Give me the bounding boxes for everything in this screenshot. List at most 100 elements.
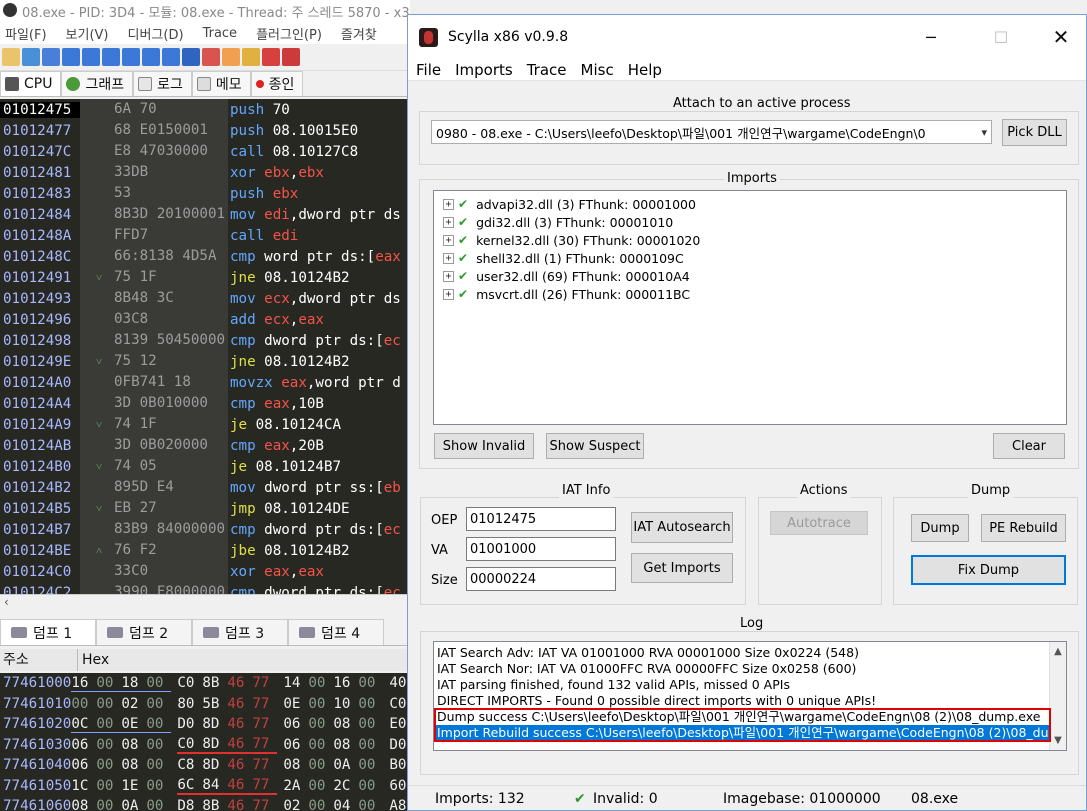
dump-header-address[interactable]: 주소 <box>0 649 78 671</box>
hex-row[interactable]: 7746100016001800C08B467714001600409 <box>0 673 410 694</box>
stop-icon[interactable] <box>42 48 60 66</box>
tab-cpu[interactable]: CPU <box>0 71 62 96</box>
get-imports-button[interactable]: Get Imports <box>631 553 733 583</box>
log-entry[interactable]: IAT parsing finished, found 132 valid AP… <box>434 677 1049 693</box>
menu-file[interactable]: 파일(F) <box>5 24 47 43</box>
tab-graph[interactable]: 그래프 <box>61 71 134 96</box>
pe-rebuild-button[interactable]: PE Rebuild <box>981 514 1066 542</box>
disasm-row[interactable]: 010124A4 3D 0B010000 cmp eax,10B <box>0 393 410 414</box>
execute-till-return-icon[interactable] <box>162 48 180 66</box>
close-icon[interactable]: ✕ <box>1038 15 1084 59</box>
disasm-row[interactable]: 01012477 68 E0150001 push 08.10015E0 <box>0 120 410 141</box>
disasm-row[interactable]: 01012496 03C8 add ecx,eax <box>0 309 410 330</box>
menu-misc[interactable]: Misc <box>581 61 614 79</box>
patch-icon[interactable] <box>222 48 240 66</box>
run-icon[interactable] <box>62 48 80 66</box>
hex-row[interactable]: 774610200C000E00D08D467706000800E08 <box>0 714 410 735</box>
disasm-row[interactable]: 01012483 53 push ebx <box>0 183 410 204</box>
disasm-row[interactable]: 010124A9 ˅ 74 1F je 08.10124CA <box>0 414 410 435</box>
run-to-user-icon[interactable] <box>142 48 160 66</box>
import-module-row[interactable]: + ✔ msvcrt.dll (26) FThunk: 000011BC <box>434 285 1066 303</box>
script-icon[interactable] <box>202 48 220 66</box>
horizontal-scrollbar[interactable]: ‹ <box>0 594 410 612</box>
hex-dump-view[interactable]: 7746100016001800C08B46771400160040977461… <box>0 673 410 811</box>
log-entry[interactable]: IAT Search Adv: IAT VA 01001000 RVA 0000… <box>434 645 1049 661</box>
disasm-row[interactable]: 010124C2 3990 F8000000 cmp dword ptr ds:[e… <box>0 582 410 594</box>
menu-trace[interactable]: Trace <box>527 61 567 79</box>
hex-row[interactable]: 7746103006000800C08D467706000800D08 <box>0 735 410 756</box>
expand-icon[interactable]: + <box>443 198 454 210</box>
imports-tree[interactable]: + ✔ advapi32.dll (3) FThunk: 00001000 + ✔ gdi… <box>433 190 1067 425</box>
disasm-row[interactable]: 0101248C 66:8138 4D5A cmp word ptr ds:[eax <box>0 246 410 267</box>
scroll-up-icon[interactable]: ▲ <box>1050 646 1066 657</box>
disasm-row[interactable]: 01012484 8B3D 20100001 mov edi,dword ptr d… <box>0 204 410 225</box>
tab-notes[interactable]: 메모 <box>191 71 251 96</box>
minimize-icon[interactable]: ─ <box>908 15 954 59</box>
disasm-row[interactable]: 010124B7 83B9 84000000 cmp dword ptr ds:[e… <box>0 519 410 540</box>
disasm-row[interactable]: 01012493 8B48 3C mov ecx,dword ptr ds <box>0 288 410 309</box>
menu-help[interactable]: Help <box>628 61 662 79</box>
pause-icon[interactable] <box>82 48 100 66</box>
disasm-row[interactable]: 010124BE ˄ 76 F2 jbe 08.10124B2 <box>0 540 410 561</box>
menu-plugins[interactable]: 플러그인(P) <box>256 24 322 43</box>
disasm-row[interactable]: 0101247C E8 47030000 call 08.10127C8 <box>0 141 410 162</box>
import-module-row[interactable]: + ✔ shell32.dll (1) FThunk: 0000109C <box>434 249 1066 267</box>
disasm-row[interactable]: 01012475 6A 70 push 70 <box>0 99 410 120</box>
hex-row[interactable]: 7746104006000800C88D467708000A00B08 <box>0 755 410 776</box>
disasm-row[interactable]: 010124B0 ˅ 74 05 je 08.10124B7 <box>0 456 410 477</box>
import-module-row[interactable]: + ✔ kernel32.dll (30) FThunk: 00001020 <box>434 231 1066 249</box>
log-entry[interactable]: DIRECT IMPORTS - Found 0 possible direct… <box>434 693 1049 709</box>
dump-button[interactable]: Dump <box>911 514 969 542</box>
disasm-row[interactable]: 0101249E ˅ 75 12 jne 08.10124B2 <box>0 351 410 372</box>
menu-favourites[interactable]: 즐겨찾 <box>341 24 377 43</box>
menu-file[interactable]: File <box>416 61 441 79</box>
dump-header-hex[interactable]: Hex <box>78 649 410 671</box>
tab-log[interactable]: 로그 <box>133 71 192 96</box>
disasm-row[interactable]: 010124B2 895D E4 mov dword ptr ss:[eb <box>0 477 410 498</box>
size-field[interactable]: 00000224 <box>466 567 616 591</box>
show-invalid-button[interactable]: Show Invalid <box>434 433 534 459</box>
disasm-row[interactable]: 01012491 ˅ 75 1F jne 08.10124B2 <box>0 267 410 288</box>
tab-dump-3[interactable]: 덤프 3 <box>192 619 288 645</box>
fix-dump-button[interactable]: Fix Dump <box>911 555 1066 585</box>
tab-dump-1[interactable]: 덤프 1 <box>0 619 96 645</box>
pick-dll-button[interactable]: Pick DLL <box>1002 119 1067 146</box>
memory-icon[interactable] <box>242 48 260 66</box>
menu-imports[interactable]: Imports <box>455 61 513 79</box>
step-into-icon[interactable] <box>102 48 120 66</box>
expand-icon[interactable]: + <box>443 288 454 300</box>
import-module-row[interactable]: + ✔ user32.dll (69) FThunk: 000010A4 <box>434 267 1066 285</box>
va-field[interactable]: 01001000 <box>466 537 616 561</box>
disasm-row[interactable]: 010124C0 33C0 xor eax,eax <box>0 561 410 582</box>
menu-debug[interactable]: 디버그(D) <box>128 24 184 43</box>
disasm-row[interactable]: 01012481 33DB xor ebx,ebx <box>0 162 410 183</box>
import-module-row[interactable]: + ✔ gdi32.dll (3) FThunk: 00001010 <box>434 213 1066 231</box>
expand-icon[interactable]: + <box>443 216 454 228</box>
expand-icon[interactable]: + <box>443 252 454 264</box>
hex-row[interactable]: 7746106008000A00D88B467702000400A88 <box>0 796 410 811</box>
iat-autosearch-button[interactable]: IAT Autosearch <box>631 512 733 543</box>
disasm-row[interactable]: 010124A0 0FB741 18 movzx eax,word ptr d <box>0 372 410 393</box>
process-select[interactable]: 0980 - 08.exe - C:\Users\leefo\Desktop\파… <box>431 120 992 144</box>
expand-icon[interactable]: + <box>443 234 454 246</box>
hex-row[interactable]: 7746101000000200805B46770E001000C09 <box>0 694 410 715</box>
tab-dump-2[interactable]: 덤프 2 <box>96 619 192 645</box>
restart-icon[interactable] <box>22 48 40 66</box>
highlight-icon[interactable] <box>282 48 300 66</box>
breakpoint-icon[interactable] <box>262 48 280 66</box>
oep-field[interactable]: 01012475 <box>466 507 616 531</box>
disasm-row[interactable]: 010124B5 ˅ EB 27 jmp 08.10124DE <box>0 498 410 519</box>
import-module-row[interactable]: + ✔ advapi32.dll (3) FThunk: 00001000 <box>434 195 1066 213</box>
log-scrollbar[interactable]: ▲ ▼ <box>1049 642 1066 750</box>
clear-button[interactable]: Clear <box>993 433 1065 459</box>
step-over-icon[interactable] <box>122 48 140 66</box>
tab-breakpoints[interactable]: 종인 <box>250 71 304 96</box>
tab-dump-4[interactable]: 덤프 4 <box>288 619 384 645</box>
trace-icon[interactable] <box>182 48 200 66</box>
disasm-row[interactable]: 01012498 8139 50450000 cmp dword ptr ds:[e… <box>0 330 410 351</box>
scroll-down-icon[interactable]: ▼ <box>1050 735 1066 746</box>
hex-row[interactable]: 774610501C001E006C8446772A002C00608 <box>0 776 410 797</box>
expand-icon[interactable]: + <box>443 270 454 282</box>
show-suspect-button[interactable]: Show Suspect <box>546 433 644 459</box>
disassembly-view[interactable]: 01012475 6A 70 push 70 01012477 68 E0150001 p… <box>0 99 410 594</box>
